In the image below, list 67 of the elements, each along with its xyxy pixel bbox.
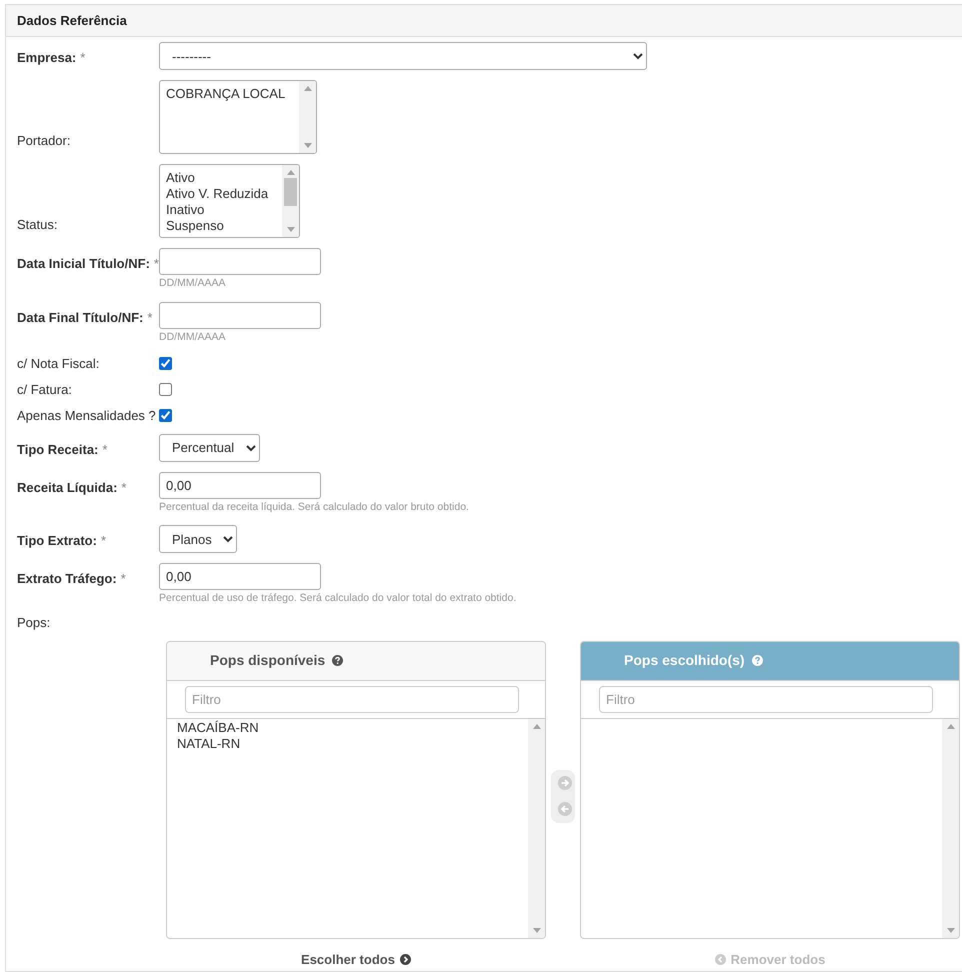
scroll-down-icon[interactable] (946, 928, 954, 932)
required-mark: * (147, 308, 152, 327)
input-field[interactable] (159, 302, 321, 329)
help-text: Percentual de uso de tráfego. Será calculado do valor total do extrato obtido. (159, 591, 516, 606)
scrollbar[interactable] (528, 718, 545, 938)
list-option[interactable]: Suspenso (166, 218, 268, 234)
arrow-left-icon (714, 954, 726, 965)
field-label: c/ Fatura: (17, 380, 72, 399)
checkbox[interactable] (159, 357, 172, 370)
required-mark: * (102, 440, 108, 458)
arrow-right-icon (400, 954, 411, 965)
list-option[interactable]: Ativo V. Reduzida (166, 186, 268, 202)
field-label: Data Inicial Título/NF: (17, 255, 150, 273)
dropdown[interactable]: Percentual (159, 434, 260, 462)
scroll-up-icon[interactable] (946, 724, 954, 728)
scroll-up-icon[interactable] (304, 86, 312, 91)
field-label: c/ Nota Fiscal: (17, 354, 100, 373)
arrow-right-icon[interactable] (558, 776, 572, 790)
field-label: Apenas Mensalidades ? (17, 406, 156, 425)
required-mark: * (80, 49, 86, 67)
required-mark: * (121, 478, 126, 496)
scroll-up-icon[interactable] (532, 724, 540, 728)
scroll-down-icon[interactable] (532, 928, 540, 932)
help-text: DD/MM/AAAA (159, 330, 227, 345)
list-field[interactable]: Ativo Ativo V. Reduzida Inativo Suspenso (159, 164, 300, 238)
required-mark: * (120, 570, 126, 588)
scroll-up-icon[interactable] (286, 170, 295, 175)
list-option[interactable]: Inativo (166, 202, 268, 218)
required-mark: * (100, 532, 106, 550)
scrollbar[interactable] (282, 165, 300, 237)
list-field[interactable]: COBRANÇA LOCAL (159, 80, 318, 154)
input-field[interactable]: 0,00 (159, 472, 321, 498)
field-label: Extrato Tráfego: (17, 570, 117, 588)
help-icon[interactable] (332, 655, 344, 666)
field-label: Tipo Extrato: (17, 532, 97, 550)
selector-title: Pops disponíveis (210, 651, 326, 670)
help-text: DD/MM/AAAA (159, 276, 227, 291)
scroll-down-icon[interactable] (286, 227, 295, 232)
scroll-down-icon[interactable] (304, 143, 312, 148)
arrow-left-icon[interactable] (558, 802, 572, 816)
panel-title: Dados Referência (17, 12, 127, 30)
checkbox[interactable] (159, 383, 172, 396)
checkbox[interactable] (159, 409, 172, 422)
field-label: Portador: (17, 132, 70, 150)
help-text: Percentual da receita líquida. Será calculado do valor bruto obtido. (159, 500, 469, 514)
dropdown[interactable]: --------- (159, 42, 647, 70)
field-label: Pops: (16, 614, 52, 632)
filter-field[interactable]: Filtro (599, 686, 933, 712)
field-label: Receita Líquida: (17, 478, 118, 497)
list-option[interactable]: COBRANÇA LOCAL (166, 86, 286, 102)
choose-all-link[interactable]: Escolher todos (301, 950, 411, 969)
field-label: Data Final Título/NF: (17, 308, 144, 327)
required-mark: * (154, 255, 159, 273)
list-option[interactable]: Ativo (166, 170, 268, 186)
scrollbar[interactable] (942, 718, 959, 938)
field-label: Tipo Receita: (17, 440, 98, 459)
filter-field[interactable]: Filtro (185, 686, 519, 712)
scroll-thumb[interactable] (284, 178, 298, 206)
input-field[interactable]: 0,00 (159, 563, 321, 590)
field-label: Empresa: (17, 49, 76, 67)
field-label: Status: (17, 216, 58, 234)
list-option[interactable]: MACAÍBA-RN (177, 720, 528, 736)
scrollbar[interactable] (299, 81, 316, 153)
dropdown[interactable]: Planos (159, 525, 237, 554)
selector-title: Pops escolhido(s) (624, 651, 745, 670)
input-field[interactable] (159, 248, 321, 275)
list-option[interactable]: NATAL-RN (177, 736, 528, 752)
